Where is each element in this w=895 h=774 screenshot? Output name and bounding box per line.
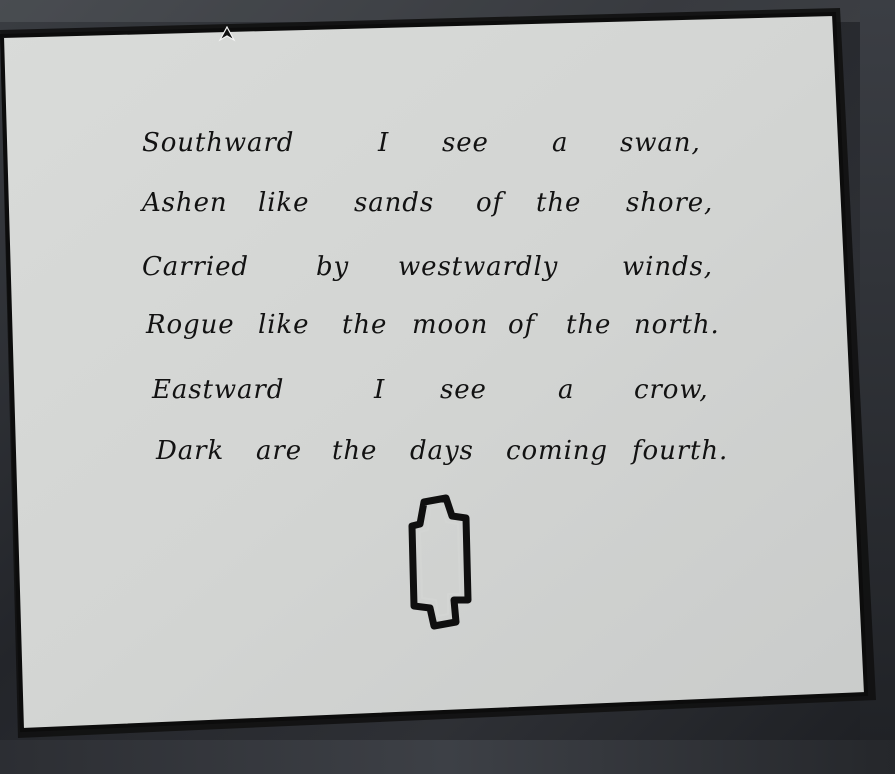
poem-word: Southward xyxy=(142,128,295,158)
poem-word: Dark xyxy=(156,436,225,466)
poem-word: Ashen xyxy=(142,188,228,218)
poem-word: coming xyxy=(506,436,608,466)
poem-word: north. xyxy=(634,310,720,340)
poem-word: I xyxy=(374,375,386,405)
rune-symbol-icon xyxy=(408,494,472,630)
poem-word: moon xyxy=(412,310,489,340)
poem-word: fourth. xyxy=(632,436,729,466)
poem-word: of xyxy=(476,188,504,218)
poem-word: days xyxy=(410,436,474,466)
poem-word: Eastward xyxy=(152,375,285,405)
poem-word: are xyxy=(256,436,303,466)
poem-word: the xyxy=(566,310,612,340)
poem-word: I xyxy=(378,128,390,158)
poem-word: westwardly xyxy=(398,252,559,282)
pointer-cursor-icon xyxy=(218,26,236,42)
poem-word: sands xyxy=(354,188,435,218)
poem-word: Carried xyxy=(142,252,249,282)
poem-word: shore, xyxy=(626,188,714,218)
poem-word: see xyxy=(440,375,487,405)
poem-word: by xyxy=(316,252,350,282)
poem-word: winds, xyxy=(622,252,713,282)
game-scene: Southward I see a swan, Ashen like sands… xyxy=(0,0,895,774)
poem-word: a xyxy=(552,128,569,158)
poem-word: of xyxy=(508,310,536,340)
poem-word: crow, xyxy=(634,375,709,405)
poem-word: like xyxy=(258,310,310,340)
poem-word: the xyxy=(536,188,582,218)
poem-word: see xyxy=(442,128,489,158)
poem-word: swan, xyxy=(620,128,701,158)
poem-word: a xyxy=(558,375,575,405)
poem-word: the xyxy=(342,310,388,340)
poem-word: the xyxy=(332,436,378,466)
poem-word: like xyxy=(258,188,310,218)
poem-word: Rogue xyxy=(146,310,235,340)
